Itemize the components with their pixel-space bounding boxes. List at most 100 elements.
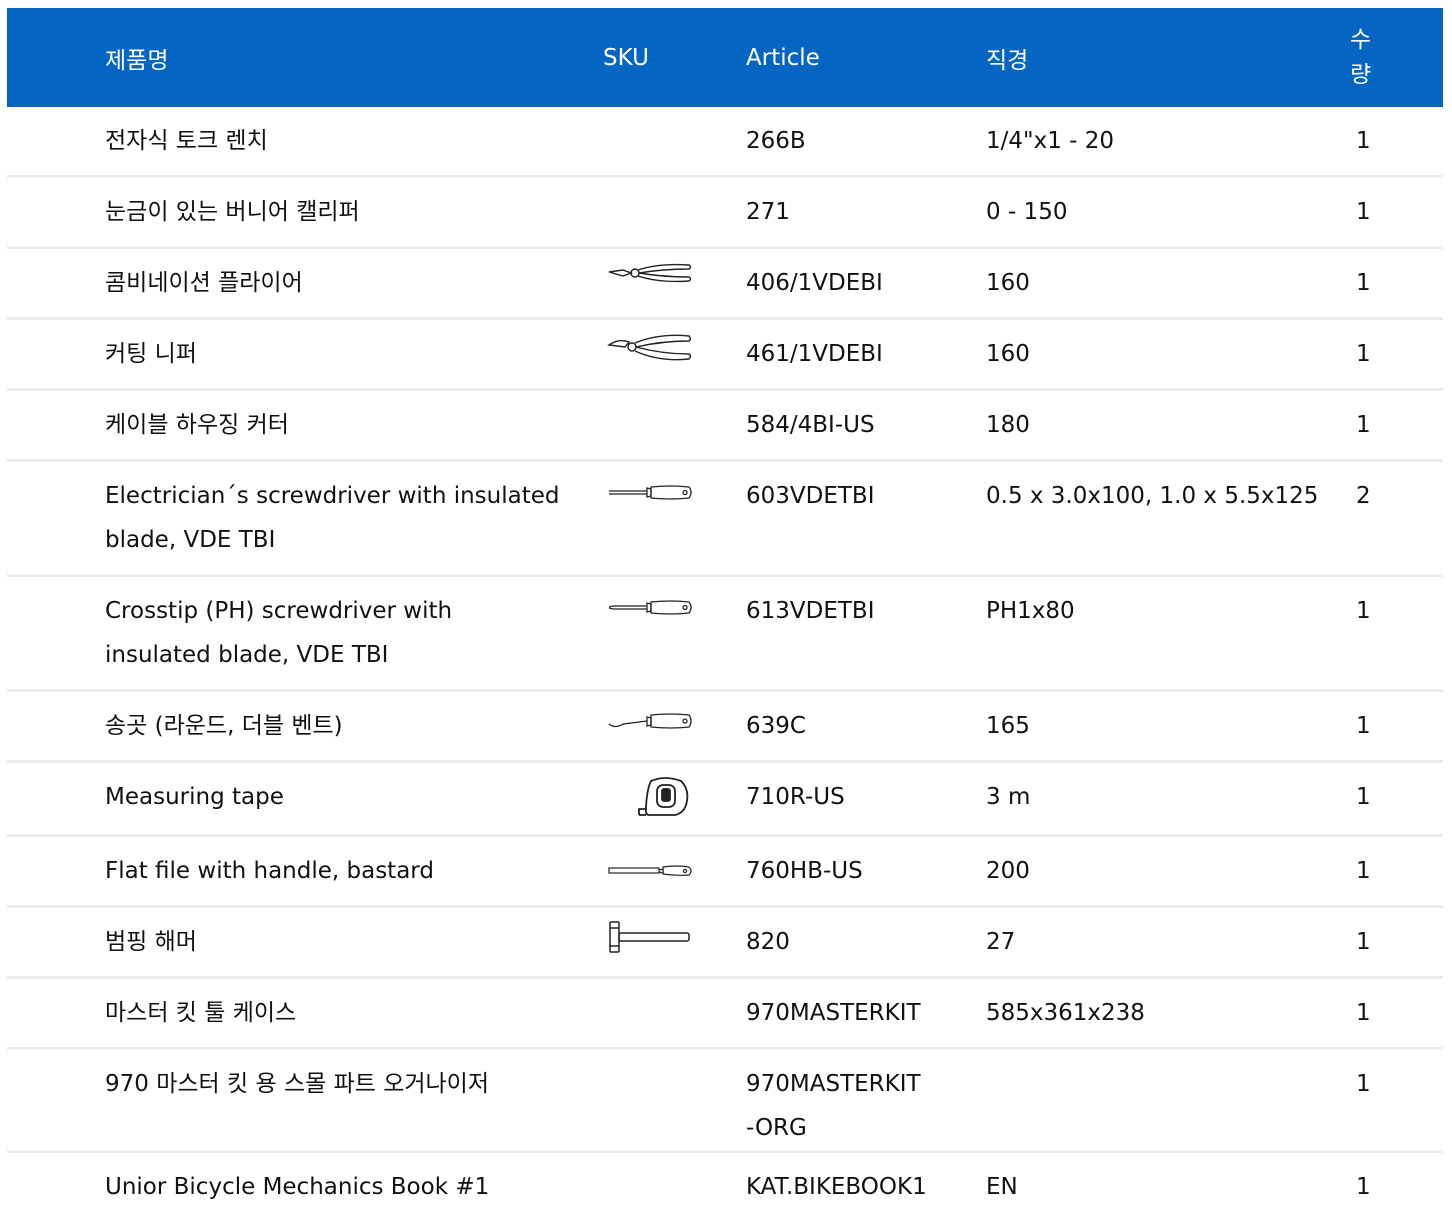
product-name: 커팅 니퍼 (7, 319, 603, 390)
quantity-value: 1 (1350, 836, 1443, 907)
article-number: 271 (746, 177, 986, 248)
sku-image (603, 907, 746, 978)
article-number: 820 (746, 907, 986, 978)
quantity-value: 1 (1350, 177, 1443, 248)
diameter-value: PH1x80 (986, 576, 1350, 691)
article-number: KAT.BIKEBOOK1 (746, 1152, 986, 1221)
sku-image (603, 177, 746, 248)
sku-image (603, 1049, 746, 1152)
product-name: 케이블 하우징 커터 (7, 390, 603, 461)
table-row: 970 마스터 킷 용 스몰 파트 오거나이저 970MASTERKIT-ORG 1 (7, 1049, 1443, 1152)
header-diameter: 직경 (986, 8, 1350, 107)
article-number: 639C (746, 691, 986, 762)
header-article: Article (746, 8, 986, 107)
header-product-name: 제품명 (7, 8, 603, 107)
quantity-value: 1 (1350, 248, 1443, 319)
quantity-value: 1 (1350, 978, 1443, 1049)
article-number: 970MASTERKIT (746, 978, 986, 1049)
awl-icon (607, 704, 693, 748)
table-row: 콤비네이션 플라이어 406/1VDEBI1601 (7, 248, 1443, 319)
flat-screwdriver-icon (607, 474, 693, 518)
pliers-icon (607, 261, 693, 306)
sku-image (603, 107, 746, 177)
sku-image (603, 390, 746, 461)
article-number: 584/4BI-US (746, 390, 986, 461)
quantity-value: 1 (1350, 390, 1443, 461)
quantity-value: 1 (1350, 691, 1443, 762)
table-row: Flat file with handle, bastard 760HB-US20… (7, 836, 1443, 907)
header-quantity-label: 수량 (1350, 23, 1374, 93)
table-row: 눈금이 있는 버니어 캘리퍼 2710 - 1501 (7, 177, 1443, 248)
header-quantity: 수량 (1350, 8, 1443, 107)
table-row: 송곳 (라운드, 더블 벤트) 639C1651 (7, 691, 1443, 762)
article-number: 970MASTERKIT-ORG (746, 1049, 986, 1152)
product-name: 970 마스터 킷 용 스몰 파트 오거나이저 (7, 1049, 603, 1152)
article-number: 613VDETBI (746, 576, 986, 691)
diameter-value: 160 (986, 319, 1350, 390)
product-name: Measuring tape (7, 762, 603, 836)
sku-image (603, 1152, 746, 1221)
quantity-value: 1 (1350, 762, 1443, 836)
cutting-nipper-icon (607, 332, 693, 381)
table-header-row: 제품명 SKU Article 직경 수량 (7, 8, 1443, 107)
quantity-value: 1 (1350, 907, 1443, 978)
sku-image (603, 576, 746, 691)
sku-image (603, 248, 746, 319)
phillips-screwdriver-icon (607, 589, 693, 633)
sku-image (603, 836, 746, 907)
diameter-value: 0.5 x 3.0x100, 1.0 x 5.5x125 (986, 461, 1350, 576)
quantity-value: 1 (1350, 319, 1443, 390)
quantity-value: 1 (1350, 1152, 1443, 1221)
table-row: 마스터 킷 툴 케이스 970MASTERKIT585x361x2381 (7, 978, 1443, 1049)
product-name: Crosstip (PH) screwdriver with insulated… (7, 576, 603, 691)
article-number: 266B (746, 107, 986, 177)
diameter-value: 27 (986, 907, 1350, 978)
sku-image (603, 762, 746, 836)
diameter-value: 200 (986, 836, 1350, 907)
sku-image (603, 978, 746, 1049)
header-sku: SKU (603, 8, 746, 107)
product-name: 눈금이 있는 버니어 캘리퍼 (7, 177, 603, 248)
quantity-value: 1 (1350, 576, 1443, 691)
product-name: 범핑 해머 (7, 907, 603, 978)
product-table: 제품명 SKU Article 직경 수량 전자식 토크 렌치 266B1/4"x… (7, 8, 1443, 1221)
table-row: Electrician´s screwdriver with insulated… (7, 461, 1443, 576)
article-number: 710R-US (746, 762, 986, 836)
measuring-tape-icon (637, 775, 693, 834)
table-row: Crosstip (PH) screwdriver with insulated… (7, 576, 1443, 691)
sku-image (603, 319, 746, 390)
diameter-value: 585x361x238 (986, 978, 1350, 1049)
diameter-value: EN (986, 1152, 1350, 1221)
product-name: 마스터 킷 툴 케이스 (7, 978, 603, 1049)
quantity-value: 2 (1350, 461, 1443, 576)
diameter-value: 0 - 150 (986, 177, 1350, 248)
product-name: Flat file with handle, bastard (7, 836, 603, 907)
diameter-value: 3 m (986, 762, 1350, 836)
article-number: 406/1VDEBI (746, 248, 986, 319)
sku-image (603, 691, 746, 762)
table-row: 전자식 토크 렌치 266B1/4"x1 - 201 (7, 107, 1443, 177)
diameter-value: 180 (986, 390, 1350, 461)
quantity-value: 1 (1350, 1049, 1443, 1152)
flat-file-icon (607, 849, 693, 893)
diameter-value: 160 (986, 248, 1350, 319)
table-row: 범핑 해머 820271 (7, 907, 1443, 978)
table-row: Measuring tape 710R-US3 m1 (7, 762, 1443, 836)
diameter-value: 1/4"x1 - 20 (986, 107, 1350, 177)
article-number: 603VDETBI (746, 461, 986, 576)
hammer-icon (607, 920, 693, 969)
table-row: 케이블 하우징 커터 584/4BI-US1801 (7, 390, 1443, 461)
product-name: 전자식 토크 렌치 (7, 107, 603, 177)
article-number: 461/1VDEBI (746, 319, 986, 390)
sku-image (603, 461, 746, 576)
product-name: 송곳 (라운드, 더블 벤트) (7, 691, 603, 762)
product-name: 콤비네이션 플라이어 (7, 248, 603, 319)
product-name: Unior Bicycle Mechanics Book #1 (7, 1152, 603, 1221)
article-number: 760HB-US (746, 836, 986, 907)
diameter-value: 165 (986, 691, 1350, 762)
product-name: Electrician´s screwdriver with insulated… (7, 461, 603, 576)
diameter-value (986, 1049, 1350, 1152)
product-table-container: 제품명 SKU Article 직경 수량 전자식 토크 렌치 266B1/4"x… (7, 8, 1443, 1221)
quantity-value: 1 (1350, 107, 1443, 177)
table-row: Unior Bicycle Mechanics Book #1 KAT.BIKEB… (7, 1152, 1443, 1221)
